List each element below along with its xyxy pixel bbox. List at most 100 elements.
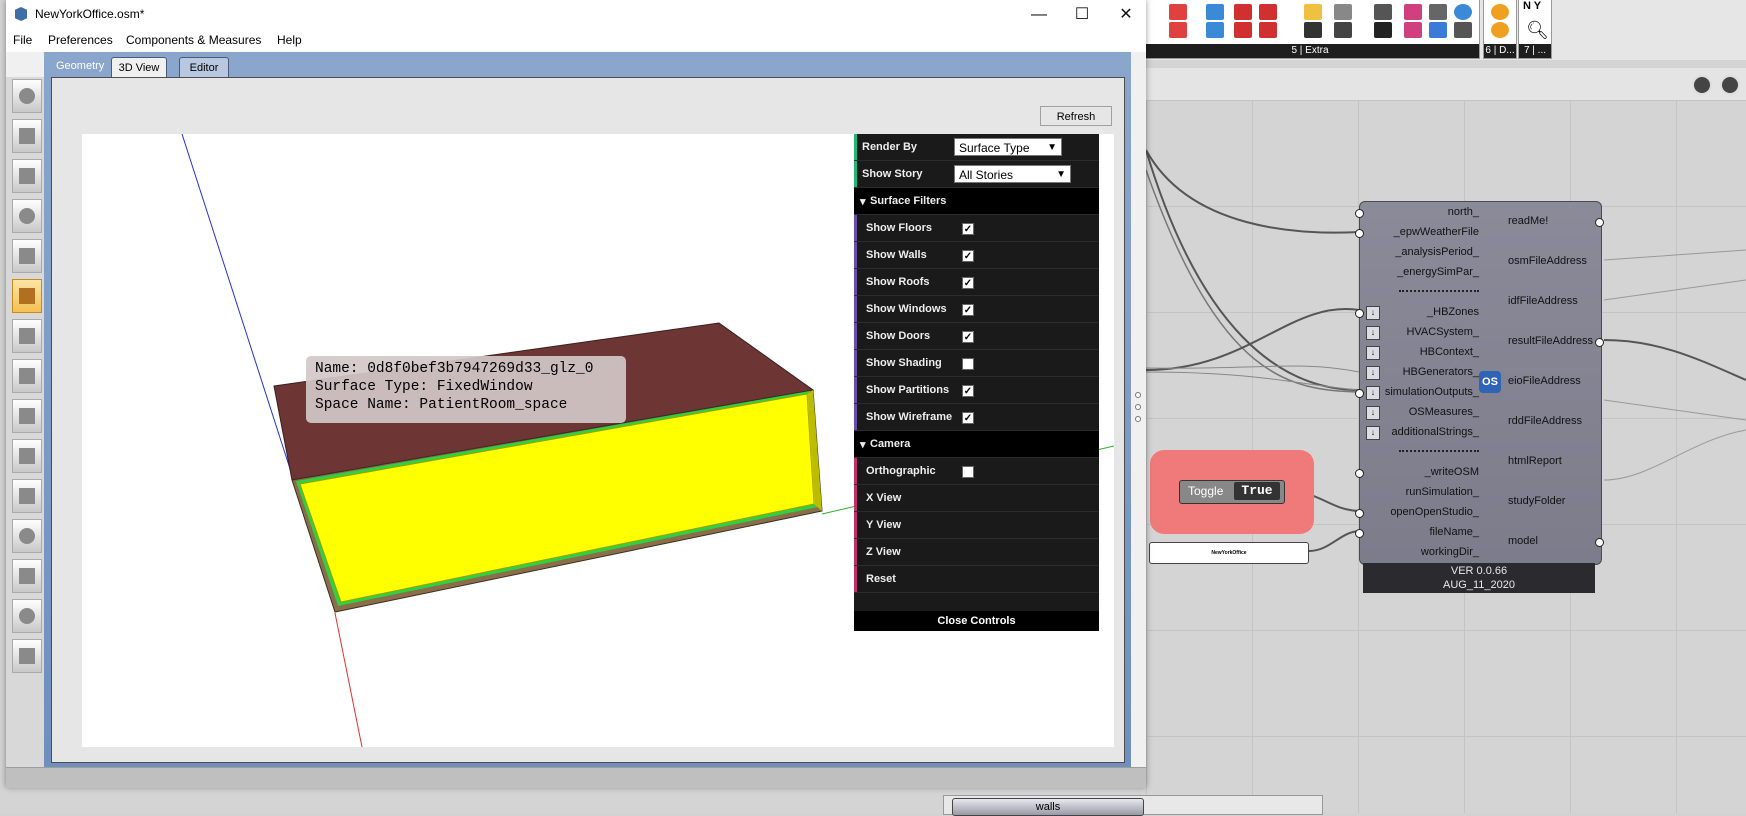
flatten-icon[interactable]: ↓ xyxy=(1366,406,1380,420)
filter-checkbox[interactable] xyxy=(962,358,974,370)
show-story-select[interactable]: All Stories ▼ xyxy=(954,165,1071,183)
filter-checkbox[interactable]: ✓ xyxy=(962,277,974,289)
filter-label: Show Shading xyxy=(866,357,942,369)
space-types-tab[interactable] xyxy=(12,239,42,273)
input-pin[interactable] xyxy=(1355,529,1364,538)
render-by-row: Render By Surface Type ▼ xyxy=(854,134,1099,161)
openstudio-app-icon xyxy=(15,7,27,21)
title-bar[interactable]: NewYorkOffice.osm* — ☐ ✕ xyxy=(6,0,1146,29)
toggle-value[interactable]: True xyxy=(1234,482,1280,500)
outputs-tab[interactable] xyxy=(12,479,42,513)
filter-checkbox[interactable]: ✓ xyxy=(962,412,974,424)
sim-settings-tab[interactable] xyxy=(12,519,42,553)
geometry-icon xyxy=(19,288,35,304)
x-view-button[interactable]: X View xyxy=(854,485,1099,512)
menu-components-measures[interactable]: Components & Measures xyxy=(126,33,261,47)
flatten-icon[interactable]: ↓ xyxy=(1366,366,1380,380)
gear-icon xyxy=(19,528,35,544)
view-label: Reset xyxy=(866,573,896,585)
loads-tab[interactable] xyxy=(12,199,42,233)
tooltip-name: Name: 0d8f0bef3b7947269d33_glz_0 xyxy=(315,361,594,377)
camera-label: Camera xyxy=(870,438,911,450)
measures-tab[interactable] xyxy=(12,559,42,593)
z-view-button[interactable]: Z View xyxy=(854,539,1099,566)
filter-checkbox[interactable]: ✓ xyxy=(962,223,974,235)
render-by-select[interactable]: Surface Type ▼ xyxy=(954,138,1062,156)
filter-checkbox[interactable]: ✓ xyxy=(962,304,974,316)
output-idf: idfFileAddress xyxy=(1508,295,1578,307)
input-pin[interactable] xyxy=(1355,389,1364,398)
camera-header[interactable]: ▾ Camera xyxy=(854,431,1099,458)
menu-help[interactable]: Help xyxy=(277,33,302,47)
hvac-tab[interactable] xyxy=(12,439,42,473)
output-pin[interactable] xyxy=(1595,218,1604,227)
output-readme: readMe! xyxy=(1508,215,1549,227)
plug-icon xyxy=(19,208,35,224)
filter-label: Show Doors xyxy=(866,330,931,342)
tools-icon xyxy=(19,488,35,504)
flatten-icon[interactable]: ↓ xyxy=(1366,386,1380,400)
flatten-icon[interactable]: ↓ xyxy=(1366,426,1380,440)
orthographic-row: Orthographic xyxy=(854,458,1099,485)
tab-3d-view[interactable]: 3D View xyxy=(111,57,167,77)
refresh-button[interactable]: Refresh xyxy=(1040,106,1112,126)
spaces-tab[interactable] xyxy=(12,359,42,393)
run-tab[interactable] xyxy=(12,599,42,633)
filter-row: Show Windows ✓ xyxy=(854,296,1099,323)
filter-label: Show Roofs xyxy=(866,276,930,288)
input-pin[interactable] xyxy=(1355,509,1364,518)
reset-view-button[interactable]: Reset xyxy=(854,566,1099,593)
output-osm: osmFileAddress xyxy=(1508,255,1587,267)
splitter-handle[interactable] xyxy=(1135,390,1141,430)
input-hbzones: _HBZones xyxy=(1427,306,1479,318)
flatten-icon[interactable]: ↓ xyxy=(1366,346,1380,360)
show-story-row: Show Story All Stories ▼ xyxy=(854,161,1099,188)
geometry-tab[interactable] xyxy=(12,279,42,313)
output-rdd: rddFileAddress xyxy=(1508,415,1582,427)
filter-checkbox[interactable]: ✓ xyxy=(962,331,974,343)
menu-file[interactable]: File xyxy=(13,33,32,47)
menu-bar: File Preferences Components & Measures H… xyxy=(6,29,1146,52)
input-analysis-period: _analysisPeriod_ xyxy=(1395,246,1479,258)
close-button[interactable]: ✕ xyxy=(1103,0,1149,29)
flatten-icon[interactable]: ↓ xyxy=(1366,306,1380,320)
site-tab[interactable] xyxy=(12,79,42,113)
output-pin[interactable] xyxy=(1595,538,1604,547)
minimize-button[interactable]: — xyxy=(1016,0,1062,29)
constructions-tab[interactable] xyxy=(12,159,42,193)
component-body[interactable]: north_ _epwWeatherFile _analysisPeriod_ … xyxy=(1359,201,1602,565)
input-pin[interactable] xyxy=(1355,229,1364,238)
surface-filters-header[interactable]: ▾ Surface Filters xyxy=(854,188,1099,215)
filter-row: Show Shading xyxy=(854,350,1099,377)
input-pin[interactable] xyxy=(1355,209,1364,218)
filename-panel[interactable]: NewYorkOffice xyxy=(1149,542,1309,564)
filter-checkbox[interactable]: ✓ xyxy=(962,385,974,397)
export-to-openstudio-component[interactable]: north_ _epwWeatherFile _analysisPeriod_ … xyxy=(1355,201,1604,593)
orthographic-checkbox[interactable] xyxy=(962,466,974,478)
separator xyxy=(1399,450,1479,452)
thermal-zones-tab[interactable] xyxy=(12,399,42,433)
filter-checkbox[interactable]: ✓ xyxy=(962,250,974,262)
close-controls-button[interactable]: Close Controls xyxy=(854,611,1099,631)
status-bar xyxy=(6,767,1146,788)
filter-row: Show Roofs ✓ xyxy=(854,269,1099,296)
input-open-openstudio: openOpenStudio_ xyxy=(1390,506,1479,518)
filter-label: Show Windows xyxy=(866,303,947,315)
boolean-toggle[interactable]: Toggle True xyxy=(1179,480,1285,504)
input-pin[interactable] xyxy=(1355,309,1364,318)
results-tab[interactable] xyxy=(12,639,42,673)
input-pin[interactable] xyxy=(1355,469,1364,478)
y-view-button[interactable]: Y View xyxy=(854,512,1099,539)
output-pin[interactable] xyxy=(1595,338,1604,347)
openstudio-logo-icon: OS xyxy=(1479,371,1501,393)
walls-button[interactable]: walls xyxy=(952,798,1144,816)
maximize-button[interactable]: ☐ xyxy=(1059,0,1105,29)
flatten-icon[interactable]: ↓ xyxy=(1366,326,1380,340)
dropdown-arrow-icon: ▼ xyxy=(1056,169,1066,180)
tab-editor[interactable]: Editor xyxy=(179,57,229,77)
filter-row: Show Walls ✓ xyxy=(854,242,1099,269)
schedules-tab[interactable] xyxy=(12,119,42,153)
menu-preferences[interactable]: Preferences xyxy=(48,33,113,47)
walls-component[interactable]: walls xyxy=(943,795,1323,816)
facility-tab[interactable] xyxy=(12,319,42,353)
